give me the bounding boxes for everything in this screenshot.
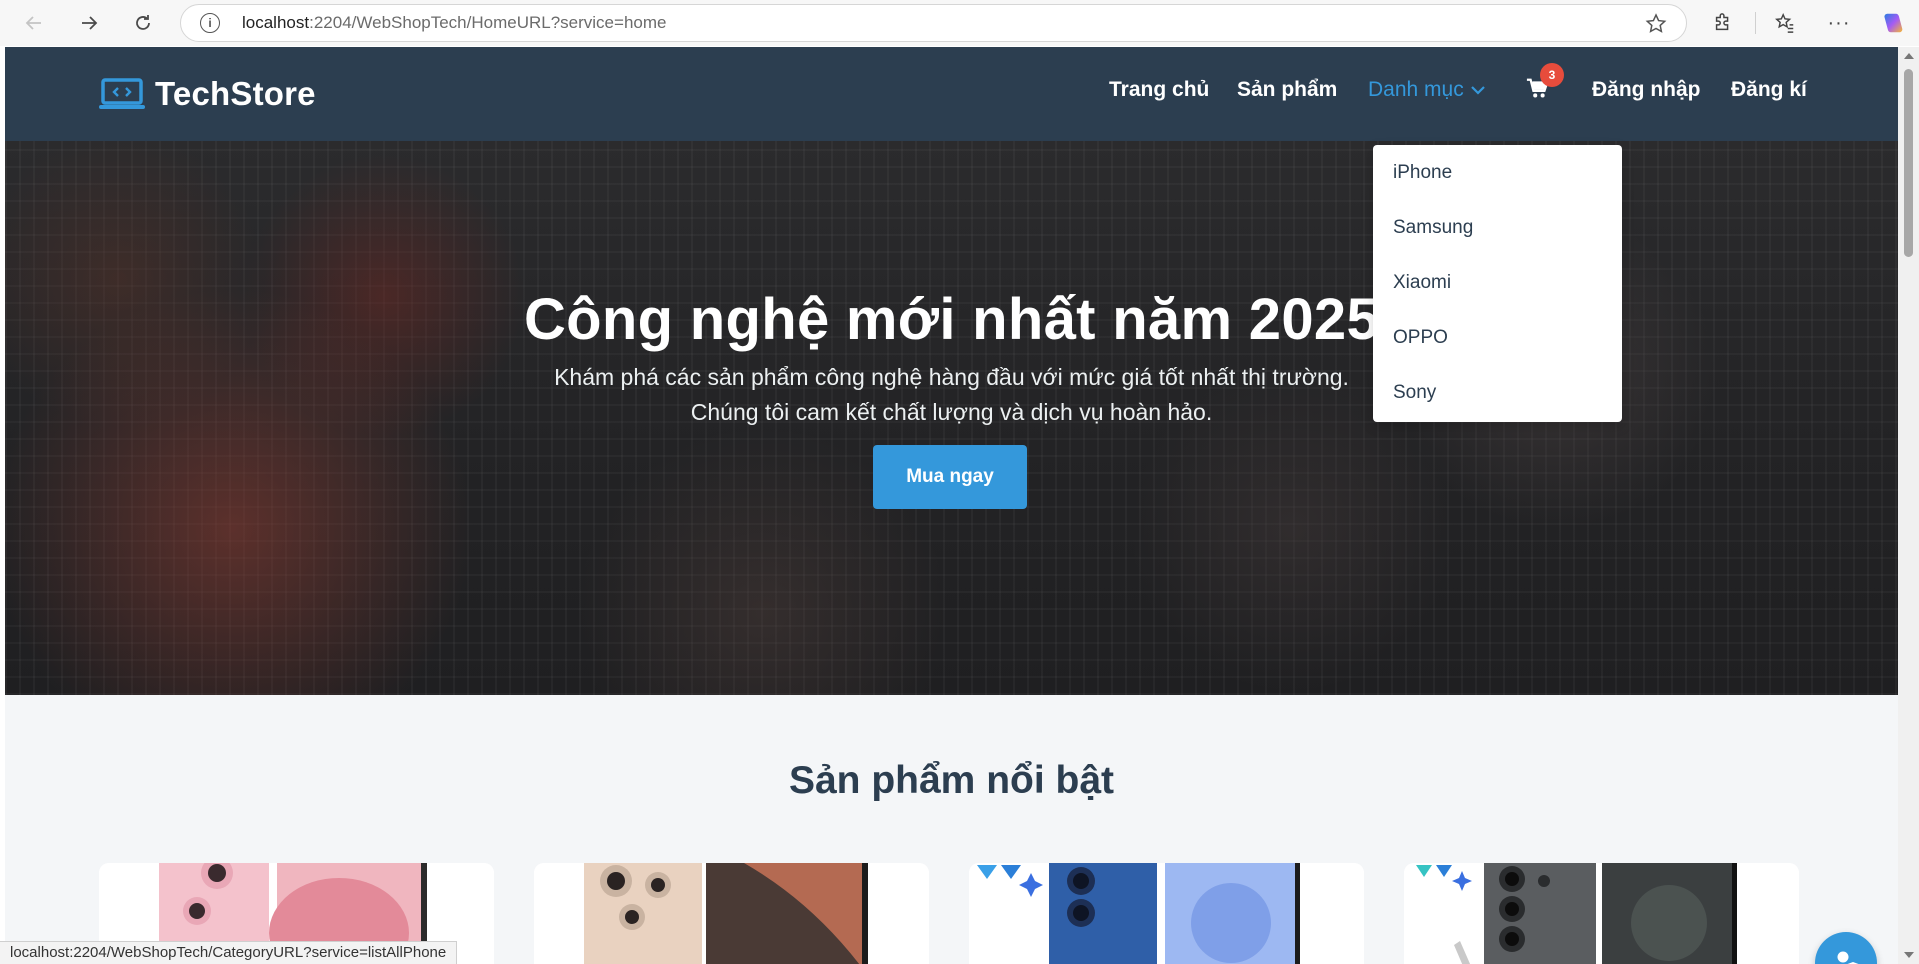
product-card[interactable] xyxy=(969,863,1364,964)
featured-section-title: Sản phẩm nổi bật xyxy=(788,759,1115,802)
nav-register-link[interactable]: Đăng kí xyxy=(1731,73,1807,107)
blue-galaxy-phone-image xyxy=(969,863,1364,964)
dropdown-item-xiaomi[interactable]: Xiaomi xyxy=(1373,263,1622,318)
dropdown-item-sony[interactable]: Sony xyxy=(1373,373,1622,428)
nav-login-link[interactable]: Đăng nhập xyxy=(1592,73,1701,107)
titanium-iphone-pro-image xyxy=(534,863,929,964)
nav-home-link[interactable]: Trang chủ xyxy=(1109,73,1209,107)
favorites-icon[interactable] xyxy=(1768,8,1802,38)
url-text[interactable]: localhost:2204/WebShopTech/HomeURL?servi… xyxy=(242,13,666,33)
link-status-bar: localhost:2204/WebShopTech/CategoryURL?s… xyxy=(0,941,458,964)
address-bar[interactable]: i localhost:2204/WebShopTech/HomeURL?ser… xyxy=(180,4,1687,42)
user-shield-icon xyxy=(1837,951,1859,964)
extensions-icon[interactable] xyxy=(1708,8,1738,38)
dropdown-item-samsung[interactable]: Samsung xyxy=(1373,208,1622,263)
product-card[interactable] xyxy=(534,863,929,964)
chevron-down-icon xyxy=(1470,86,1485,96)
scroll-up-arrow-icon[interactable] xyxy=(1904,53,1914,59)
cart-count-badge: 3 xyxy=(1540,63,1564,87)
forward-icon[interactable] xyxy=(72,6,106,40)
site-header: TechStore Trang chủ Sản phẩm Danh mục 3 … xyxy=(5,47,1898,141)
laptop-code-icon xyxy=(99,78,145,109)
more-options-icon[interactable]: ··· xyxy=(1822,8,1856,38)
nav-products-link[interactable]: Sản phẩm xyxy=(1237,73,1337,107)
page-viewport: TechStore Trang chủ Sản phẩm Danh mục 3 … xyxy=(5,47,1898,964)
browser-toolbar: i localhost:2204/WebShopTech/HomeURL?ser… xyxy=(0,0,1919,46)
page-scrollbar[interactable] xyxy=(1898,47,1919,964)
category-dropdown-menu: iPhone Samsung Xiaomi OPPO Sony xyxy=(1373,145,1622,422)
product-card[interactable] xyxy=(1404,863,1799,964)
dropdown-item-iphone[interactable]: iPhone xyxy=(1373,153,1622,208)
site-info-icon[interactable]: i xyxy=(200,13,220,33)
logo[interactable]: TechStore xyxy=(99,75,316,113)
nav-categories-link[interactable]: Danh mục xyxy=(1368,73,1486,107)
toolbar-divider xyxy=(1755,12,1756,34)
logo-text: TechStore xyxy=(155,75,316,112)
nav-categories-label: Danh mục xyxy=(1368,78,1464,101)
url-host: localhost xyxy=(242,13,310,32)
scroll-down-arrow-icon[interactable] xyxy=(1904,952,1914,958)
buy-now-button[interactable]: Mua ngay xyxy=(873,445,1027,509)
copilot-icon[interactable] xyxy=(1876,8,1908,38)
cart-button[interactable]: 3 xyxy=(1526,63,1564,103)
reload-icon[interactable] xyxy=(126,6,160,40)
contact-support-button[interactable] xyxy=(1815,932,1877,964)
dropdown-item-oppo[interactable]: OPPO xyxy=(1373,318,1622,373)
gray-galaxy-ultra-image xyxy=(1404,863,1799,964)
url-path: :2204/WebShopTech/HomeURL?service=home xyxy=(309,13,667,32)
bookmark-star-icon[interactable] xyxy=(1644,12,1668,36)
scrollbar-thumb[interactable] xyxy=(1904,69,1913,257)
back-icon[interactable] xyxy=(17,6,51,40)
